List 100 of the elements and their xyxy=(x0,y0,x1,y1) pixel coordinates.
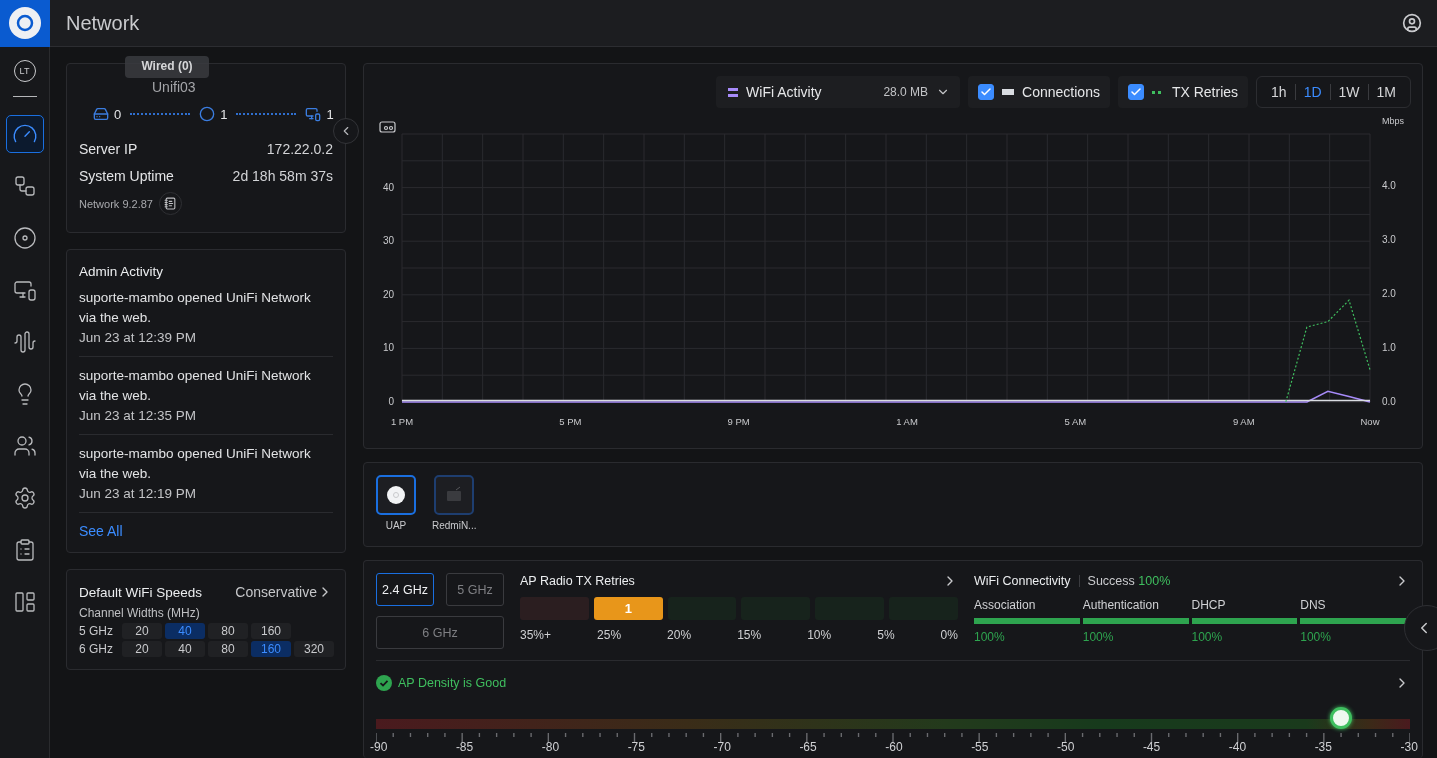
metric-label: DNS xyxy=(1300,598,1327,612)
range-tab[interactable]: 1W xyxy=(1329,84,1368,100)
scale-label: -70 xyxy=(713,740,731,754)
logo-icon xyxy=(8,6,42,40)
axis-tick-label: 5 PM xyxy=(559,416,582,427)
scale-label: -55 xyxy=(971,740,989,754)
axis-tick-label: 3.0 xyxy=(1382,234,1396,245)
series-toggle[interactable]: TX Retries xyxy=(1117,76,1249,108)
width-option[interactable]: 20 xyxy=(122,623,162,639)
retry-segment: 1 xyxy=(593,597,663,620)
user-icon[interactable] xyxy=(1402,13,1422,33)
axis-tick-label: 4.0 xyxy=(1382,180,1396,191)
floor-plan-icon xyxy=(12,590,37,614)
range-tab[interactable]: 1h xyxy=(1263,84,1295,100)
axis-tick-label: 1 PM xyxy=(390,416,414,427)
scale-label: -50 xyxy=(1057,740,1075,754)
scale-label: 5% xyxy=(877,628,895,642)
metric-label: Association xyxy=(974,598,1037,612)
activity-text: suporte-mambo opened UniFi Network via the web. xyxy=(79,445,312,483)
info-value: 2d 18h 58m 37s xyxy=(232,168,333,184)
axis-tick-label: 20 xyxy=(382,288,394,300)
scale-label: -85 xyxy=(455,740,474,754)
device-count: 1 xyxy=(326,106,334,122)
band-button[interactable]: 2.4 GHz xyxy=(376,573,434,606)
client-devices-icon xyxy=(305,106,322,122)
switch-icon xyxy=(93,106,109,122)
scale-label: -75 xyxy=(627,740,645,754)
axis-tick-label: Now xyxy=(1360,416,1380,427)
width-option[interactable]: 160 xyxy=(251,641,291,657)
card-title: Admin Activity xyxy=(79,264,165,279)
width-option[interactable]: 40 xyxy=(165,641,205,657)
tooltip: Wired (0) xyxy=(125,56,209,78)
section-title: AP Radio TX Retries xyxy=(520,574,635,588)
section-title: WiFi Connectivity xyxy=(974,574,1071,588)
collapse-button[interactable] xyxy=(333,118,359,144)
axis-tick-label: 9 AM xyxy=(1232,416,1255,427)
see-all-link[interactable]: See All xyxy=(79,523,123,539)
scale-label: -65 xyxy=(799,740,817,754)
axis-tick-label: 0 xyxy=(388,396,394,407)
activity-time: Jun 23 at 12:35 PM xyxy=(79,407,198,425)
access-point-icon xyxy=(386,485,406,505)
range-tab[interactable]: 1D xyxy=(1294,84,1330,100)
scale-label: -60 xyxy=(885,740,903,754)
width-option[interactable]: 320 xyxy=(294,641,334,657)
checkbox[interactable] xyxy=(978,84,995,100)
scale-label: -30 xyxy=(1400,740,1418,754)
axis-tick-label: 0.0 xyxy=(1382,396,1396,407)
version-text: Network 9.2.87 xyxy=(79,197,153,210)
scale-label: -90 xyxy=(370,740,388,754)
activity-text: suporte-mambo opened UniFi Network via the web. xyxy=(79,289,312,327)
width-option[interactable]: 20 xyxy=(122,641,162,657)
scale-label: 10% xyxy=(807,628,832,642)
band-button[interactable]: 6 GHz xyxy=(376,616,504,649)
logo[interactable] xyxy=(0,0,50,47)
checkbox[interactable] xyxy=(1127,84,1144,100)
axis-unit: Mbps xyxy=(1382,116,1404,126)
metric-value: 100% xyxy=(1082,630,1115,644)
success-rate: Success 100% xyxy=(1087,574,1171,588)
density-status: AP Density is Good xyxy=(398,676,507,690)
axis-tick-label: 10 xyxy=(382,342,394,354)
width-option[interactable]: 160 xyxy=(251,623,291,639)
speed-mode-button[interactable]: Conservative xyxy=(235,584,333,600)
scale-label: 20% xyxy=(667,628,692,642)
width-option[interactable]: 80 xyxy=(208,623,248,639)
topology-icon xyxy=(12,174,37,198)
activity-selector[interactable]: WiFi Activity 28.0 MB xyxy=(716,76,961,108)
users-icon xyxy=(12,434,37,458)
check-circle-icon xyxy=(376,675,392,691)
wave-icon xyxy=(12,330,37,354)
scale-label: 0% xyxy=(940,628,958,642)
scale-label: 25% xyxy=(597,628,622,642)
metric-value: 100% xyxy=(1191,630,1224,644)
device-count: 0 xyxy=(114,106,122,122)
scale-label: 35%+ xyxy=(520,628,552,642)
series-toggle[interactable]: Connections xyxy=(968,76,1110,108)
scale-label: -35 xyxy=(1314,740,1332,754)
width-option[interactable]: 80 xyxy=(208,641,248,657)
activity-time: Jun 23 at 12:19 PM xyxy=(79,485,198,503)
info-value: 172.22.0.2 xyxy=(266,141,333,157)
range-tab[interactable]: 1M xyxy=(1367,84,1404,100)
scale-label: -80 xyxy=(541,740,560,754)
notes-icon xyxy=(164,197,177,210)
width-option[interactable]: 40 xyxy=(165,623,205,639)
sidebar-item[interactable] xyxy=(5,115,44,153)
app-title: Network xyxy=(66,11,141,35)
devices-icon xyxy=(12,278,37,302)
metric-label: DHCP xyxy=(1191,598,1227,612)
settings-icon xyxy=(12,486,37,510)
band-label: 6 GHz xyxy=(79,642,114,656)
axis-tick-label: 30 xyxy=(382,235,394,247)
axis-tick-label: 9 PM xyxy=(727,416,750,427)
metric-label: Authentication xyxy=(1082,598,1160,612)
legend-icon xyxy=(728,87,739,97)
axis-tick-label: 2.0 xyxy=(1382,288,1396,299)
axis-tick-label: 1.0 xyxy=(1382,342,1396,353)
scale-label: -40 xyxy=(1228,740,1247,754)
band-button[interactable]: 5 GHz xyxy=(446,573,504,606)
axis-tick-label: 1 AM xyxy=(896,416,918,427)
activity-text: suporte-mambo opened UniFi Network via the web. xyxy=(79,367,312,405)
check-icon xyxy=(1129,86,1142,98)
